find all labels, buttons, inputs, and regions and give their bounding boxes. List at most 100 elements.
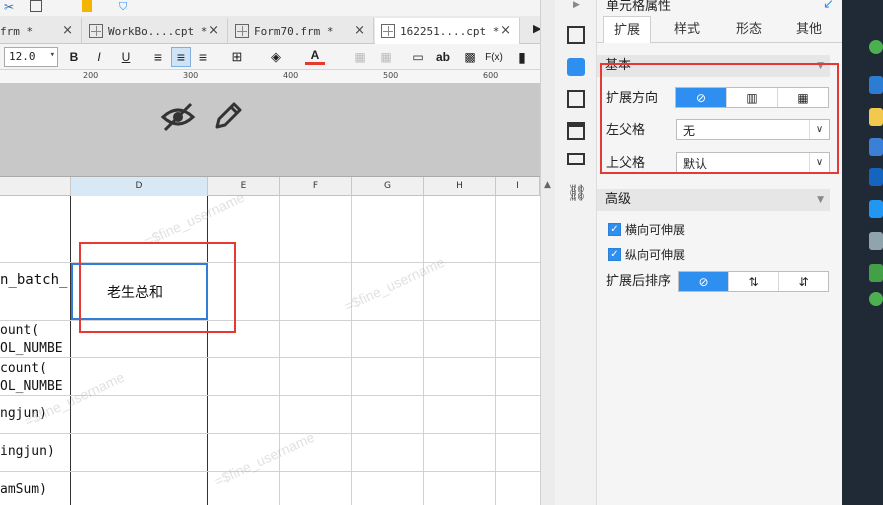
app-icon[interactable] (869, 264, 883, 282)
sort-after-expand-label: 扩展后排序 (606, 274, 672, 289)
check-icon: ✓ (608, 223, 621, 236)
edge-icon[interactable] (869, 76, 883, 94)
formula-button[interactable]: F(x) (484, 47, 504, 67)
column-d-header[interactable]: D (71, 177, 208, 196)
column-c-header[interactable] (0, 177, 71, 196)
tab-form70[interactable]: Form70.frm * × (229, 18, 374, 44)
column-e-header[interactable]: E (208, 177, 280, 196)
condition-icon[interactable] (567, 122, 585, 140)
chrome-icon[interactable] (869, 40, 883, 54)
ruler-mark: 200 (83, 71, 99, 80)
check-icon: ✓ (608, 248, 621, 261)
tab-label: 162251....cpt * (400, 24, 500, 38)
column-h-header[interactable]: H (424, 177, 496, 196)
insert-text-icon[interactable]: ▭ (408, 47, 428, 67)
cell-attribute-icon[interactable] (567, 58, 585, 76)
document-tab-bar: frm * × WorkBo....cpt * × Form70.frm * ×… (0, 16, 555, 44)
insert-image-icon[interactable]: ▩ (460, 47, 480, 67)
vertical-extendable-checkbox[interactable]: ✓ 纵向可伸展 (608, 246, 685, 263)
sort-ascending-icon[interactable]: ⇅ (729, 272, 779, 291)
cell-text: OL_NUMBE (0, 341, 63, 356)
close-icon[interactable]: × (500, 23, 511, 38)
column-header: D E F G H I (0, 177, 540, 196)
link-icon[interactable]: ⛓ (567, 183, 587, 202)
watermark: =$fine_username (21, 368, 127, 430)
ruler: 200 300 400 500 600 (0, 70, 540, 84)
expand-arrow-icon[interactable]: ↙ (823, 0, 834, 12)
app-icon[interactable] (869, 200, 883, 218)
align-center-icon[interactable]: ≡ (171, 47, 191, 67)
tab-style[interactable]: 样式 (661, 16, 713, 43)
ruler-mark: 300 (183, 71, 199, 80)
cell-text: OL_NUMBE (0, 379, 63, 394)
tab-label: Form70.frm * (254, 24, 334, 38)
outlook-icon[interactable] (869, 168, 883, 186)
tab-expand[interactable]: 扩展 (603, 16, 651, 43)
scissors-icon[interactable]: ✂ (4, 0, 14, 14)
horizontal-extendable-checkbox[interactable]: ✓ 横向可伸展 (608, 221, 685, 238)
column-g-header[interactable]: G (352, 177, 424, 196)
cell-text: ount( (0, 323, 40, 338)
format-painter-icon[interactable] (82, 0, 92, 12)
font-size-select[interactable]: 12.0 ▾ (4, 47, 58, 67)
sort-after-expand-selector[interactable]: ⊘ ⇅ ⇵ (678, 271, 829, 292)
cell-text: amSum) (0, 482, 47, 497)
collapse-arrow-icon[interactable]: ▶ (573, 0, 580, 10)
tab-other[interactable]: 其他 (783, 16, 835, 43)
tab-workbook[interactable]: WorkBo....cpt * × (83, 18, 228, 44)
grid-line (423, 196, 424, 505)
widget-icon[interactable] (567, 90, 585, 108)
tab-label: WorkBo....cpt * (108, 24, 208, 38)
merge-icon[interactable]: ▦ (350, 47, 370, 67)
align-right-icon[interactable]: ≡ (193, 47, 213, 67)
tab-label: frm * (0, 24, 34, 38)
close-icon[interactable]: × (354, 23, 365, 38)
border-icon[interactable]: ⊞ (227, 47, 247, 67)
folder-icon[interactable] (869, 108, 883, 126)
shield-icon[interactable]: ⛉ (119, 0, 127, 14)
align-left-icon[interactable]: ≡ (148, 47, 168, 67)
no-sort-icon[interactable]: ⊘ (679, 272, 729, 291)
column-f-header[interactable]: F (280, 177, 352, 196)
font-color-button[interactable]: A (305, 47, 325, 65)
bold-button[interactable]: B (64, 47, 84, 67)
copy-icon[interactable] (30, 0, 42, 12)
form-icon (235, 24, 249, 38)
widget-overlay-bar (0, 84, 540, 177)
wechat-icon[interactable] (869, 292, 883, 306)
italic-button[interactable]: I (89, 47, 109, 67)
pencil-icon[interactable] (212, 100, 244, 132)
eye-off-icon[interactable] (160, 101, 196, 133)
tab-frm[interactable]: frm * × (0, 18, 82, 44)
property-icon-column: ▶ ⛓ (555, 0, 597, 505)
column-i-header[interactable]: I (496, 177, 540, 196)
panel-tabs: 扩展 样式 形态 其他 (597, 16, 842, 43)
report-icon (381, 24, 395, 38)
sort-descending-icon[interactable]: ⇵ (779, 272, 828, 291)
fill-color-icon[interactable]: ◈ (266, 47, 286, 67)
report-icon (89, 24, 103, 38)
tab-shape[interactable]: 形态 (723, 16, 775, 43)
close-icon[interactable]: × (208, 23, 219, 38)
underline-button[interactable]: U (116, 47, 136, 67)
chevron-down-icon: ▾ (49, 50, 55, 60)
watermark: =$fine_username (141, 188, 247, 250)
text-label-button[interactable]: ab (433, 47, 453, 67)
tab-162251[interactable]: 162251....cpt * × (375, 18, 520, 44)
unmerge-icon[interactable]: ▦ (376, 47, 396, 67)
close-icon[interactable]: × (62, 23, 73, 38)
top-toolbar: ✂ ⛉ (0, 0, 540, 16)
print-icon[interactable] (567, 153, 585, 165)
grid-line (351, 196, 352, 505)
panel-title: 单元格属性 (606, 0, 672, 14)
section-advanced[interactable]: 高级 ▼ (597, 189, 830, 211)
app-icon[interactable] (869, 138, 883, 156)
cell-element-icon[interactable] (567, 26, 585, 44)
vertical-scrollbar[interactable]: ▲ (540, 0, 555, 505)
scroll-up-icon[interactable]: ▲ (544, 180, 551, 190)
format-toolbar: 12.0 ▾ B I U ≡ ≡ ≡ ⊞ ◈ A ▦ ▦ ▭ ab ▩ F(x)… (0, 44, 540, 70)
highlight-box (600, 63, 839, 174)
grid-line (0, 433, 540, 434)
chart-icon[interactable]: ▮ (512, 47, 532, 67)
app-icon[interactable] (869, 232, 883, 250)
